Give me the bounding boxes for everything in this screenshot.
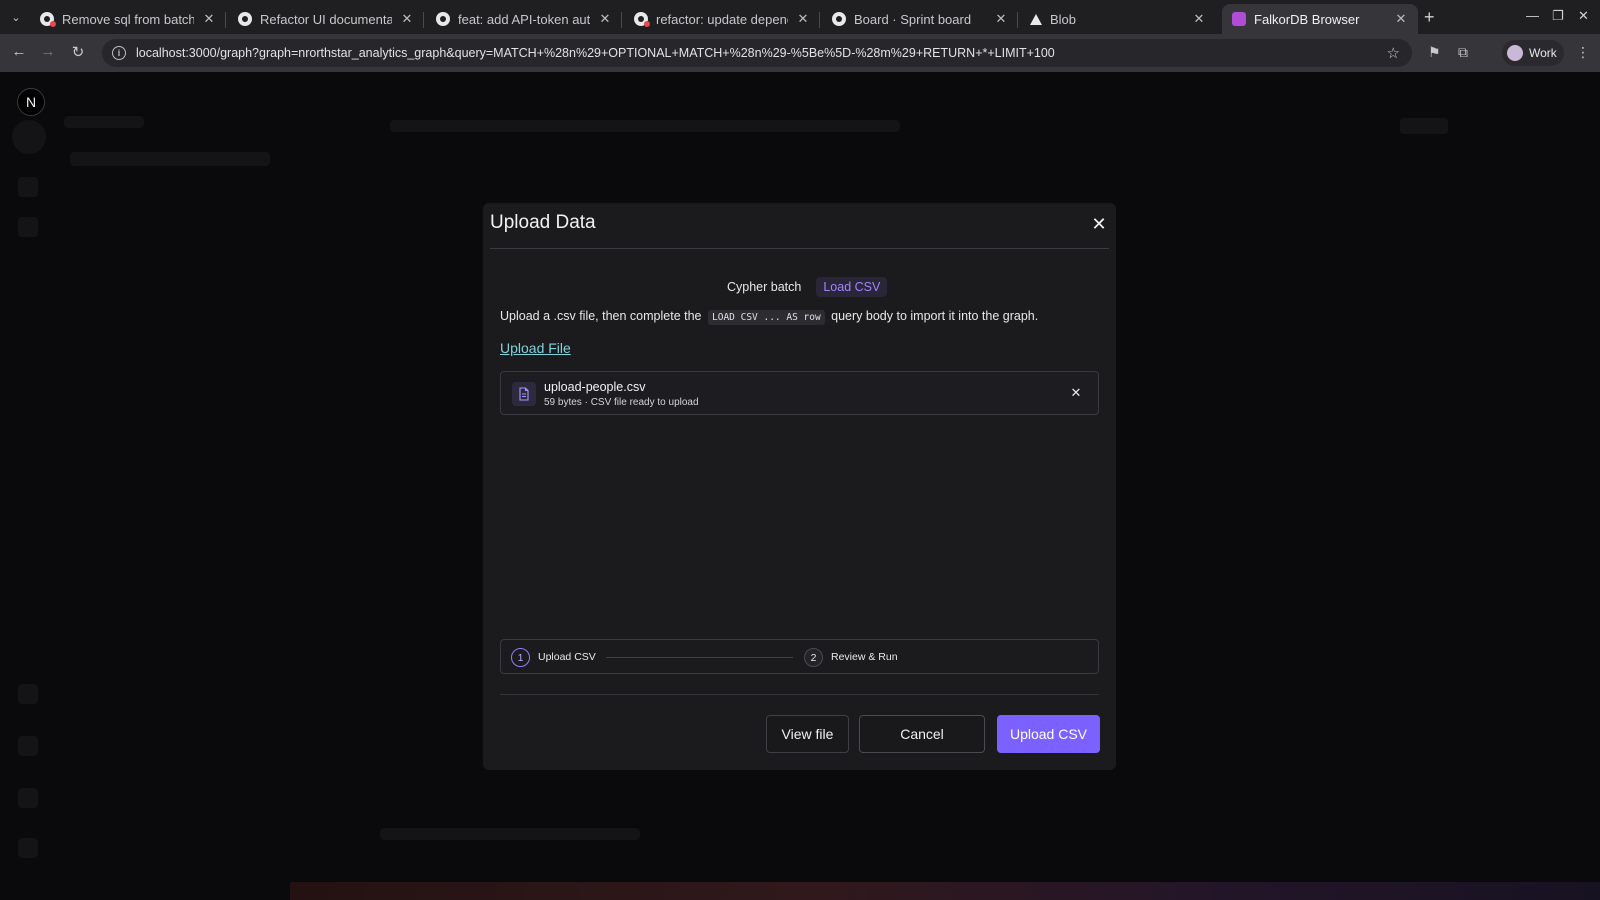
mode-cypher-batch[interactable]: Cypher batch — [720, 277, 808, 297]
tab-title: Refactor UI documentati — [260, 11, 392, 27]
description-code: LOAD CSV ... AS row — [708, 310, 825, 325]
step-2-label: Review & Run — [831, 651, 898, 663]
app-logo-icon[interactable]: N — [17, 88, 45, 116]
browser-tab-6[interactable]: Blob ✕ — [1020, 4, 1216, 34]
forward-arrow-icon[interactable]: → — [38, 43, 58, 60]
step-2-indicator: 2 — [804, 648, 823, 667]
browser-toolbar: ← → ↻ i localhost:3000/graph?graph=nrort… — [0, 34, 1600, 72]
ghost-bottom-glow — [290, 882, 1600, 900]
new-tab-plus-icon[interactable]: + — [1424, 7, 1435, 28]
file-meta: 59 bytes · CSV file ready to upload — [544, 397, 699, 408]
avatar — [1507, 45, 1523, 61]
tab-close-icon[interactable]: ✕ — [598, 11, 612, 27]
remove-file-icon[interactable]: ✕ — [1069, 385, 1083, 401]
tab-close-icon[interactable]: ✕ — [796, 11, 810, 27]
tab-search-chevron-icon[interactable]: ⌄ — [6, 7, 26, 27]
import-stepper: 1 Upload CSV 2 Review & Run — [500, 639, 1099, 674]
address-url[interactable]: localhost:3000/graph?graph=nrorthstar_an… — [136, 46, 1055, 60]
ghost-avatar — [12, 120, 46, 154]
file-document-icon — [512, 382, 536, 406]
ghost-nav-icon — [18, 684, 38, 704]
back-arrow-icon[interactable]: ← — [9, 43, 29, 60]
ghost-nav-icon — [18, 177, 38, 197]
ghost-nav-icon — [18, 736, 38, 756]
browser-tab-4[interactable]: refactor: update depend ✕ — [624, 4, 820, 34]
modal-header-divider — [490, 248, 1109, 249]
ghost-nav-icon — [18, 217, 38, 237]
github-red-icon — [40, 12, 56, 27]
upload-file-link[interactable]: Upload File — [500, 340, 571, 356]
browser-menu-icon[interactable]: ⋮ — [1576, 44, 1590, 61]
extension-icon[interactable]: ⚑ — [1428, 44, 1441, 61]
profile-label: Work — [1529, 46, 1557, 60]
upload-description: Upload a .csv file, then complete the LO… — [500, 309, 1039, 325]
tab-close-icon[interactable]: ✕ — [400, 11, 414, 27]
step-1-indicator: 1 — [511, 648, 530, 667]
tab-title: refactor: update depend — [656, 11, 788, 27]
tab-close-icon[interactable]: ✕ — [202, 11, 216, 27]
tab-title: Blob — [1050, 11, 1077, 27]
upload-data-modal: Upload Data ✕ Cypher batch Load CSV Uplo… — [483, 203, 1116, 770]
window-close-icon[interactable]: ✕ — [1578, 8, 1589, 24]
browser-tab-active[interactable]: FalkorDB Browser ✕ — [1222, 4, 1418, 34]
import-mode-toggle: Cypher batch Load CSV — [720, 276, 888, 298]
site-info-icon[interactable]: i — [112, 46, 126, 60]
reload-icon[interactable]: ↻ — [68, 43, 88, 61]
github-red-icon — [634, 12, 650, 27]
tab-title: Board · Sprint board — [854, 11, 972, 27]
github-icon — [238, 12, 252, 26]
address-bar[interactable]: i localhost:3000/graph?graph=nrorthstar_… — [102, 39, 1412, 67]
description-after: query body to import it into the graph. — [831, 309, 1039, 323]
cancel-button[interactable]: Cancel — [859, 715, 985, 753]
file-name: upload-people.csv — [544, 380, 646, 394]
falkordb-icon — [1232, 12, 1246, 26]
profile-button[interactable]: Work — [1502, 40, 1564, 66]
bookmark-star-icon[interactable]: ☆ — [1387, 44, 1400, 62]
view-file-button[interactable]: View file — [766, 715, 849, 753]
ghost-graph-selector — [70, 152, 270, 166]
ghost-status-bar — [380, 828, 640, 840]
restore-icon[interactable]: ❐ — [1552, 8, 1564, 24]
minimize-icon[interactable]: — — [1526, 8, 1539, 23]
browser-tab-5[interactable]: Board · Sprint board ✕ — [822, 4, 1018, 34]
ghost-run-button — [1400, 118, 1448, 134]
description-before: Upload a .csv file, then complete the — [500, 309, 702, 323]
github-icon — [832, 12, 846, 26]
modal-title: Upload Data — [490, 212, 596, 233]
browser-tab-3[interactable]: feat: add API-token auth ✕ — [426, 4, 622, 34]
tab-close-icon[interactable]: ✕ — [994, 11, 1008, 27]
tab-title: feat: add API-token auth — [458, 11, 590, 27]
ghost-nav-icon — [18, 838, 38, 858]
upload-csv-button[interactable]: Upload CSV — [997, 715, 1100, 753]
mode-load-csv[interactable]: Load CSV — [816, 277, 888, 297]
ghost-nav-icon — [18, 788, 38, 808]
extensions-puzzle-icon[interactable]: ⧉ — [1458, 44, 1468, 61]
step-connector — [606, 657, 793, 658]
modal-close-icon[interactable]: ✕ — [1090, 214, 1108, 235]
vercel-icon — [1030, 13, 1042, 25]
tab-close-icon[interactable]: ✕ — [1394, 11, 1408, 27]
tab-title: FalkorDB Browser — [1254, 11, 1360, 27]
ghost-heading — [64, 116, 144, 128]
browser-tab-1[interactable]: Remove sql from batch c ✕ — [30, 4, 226, 34]
github-icon — [436, 12, 450, 26]
tab-close-icon[interactable]: ✕ — [1192, 11, 1206, 27]
browser-tab-2[interactable]: Refactor UI documentati ✕ — [228, 4, 424, 34]
modal-footer-divider — [500, 694, 1099, 695]
ghost-query-bar — [390, 120, 900, 132]
browser-tabstrip: ⌄ Remove sql from batch c ✕ Refactor UI … — [0, 0, 1600, 34]
step-1-label: Upload CSV — [538, 651, 596, 663]
selected-file-card: upload-people.csv 59 bytes · CSV file re… — [500, 371, 1099, 415]
tab-title: Remove sql from batch c — [62, 11, 194, 27]
